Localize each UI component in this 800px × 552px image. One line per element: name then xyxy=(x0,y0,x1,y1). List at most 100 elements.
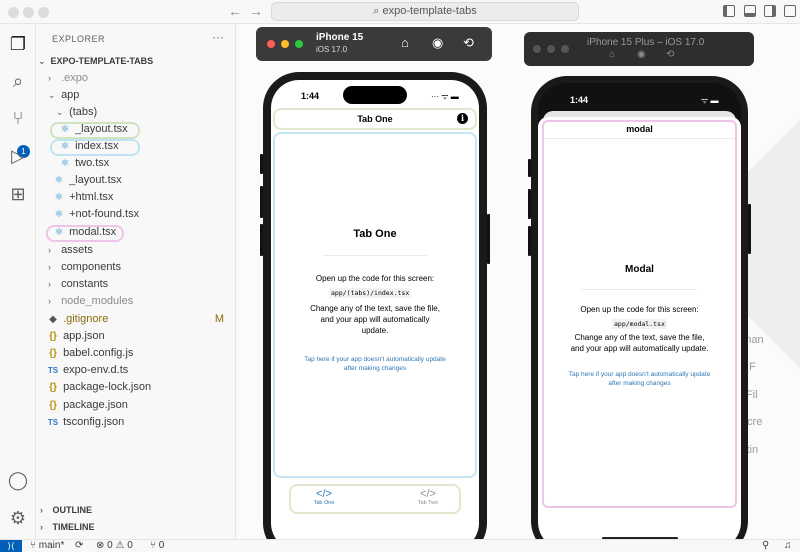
code-icon: </> xyxy=(316,488,332,500)
command-center-search[interactable]: ⌕ expo-template-tabs xyxy=(271,2,579,21)
back-arrow-icon[interactable]: ← xyxy=(228,3,242,19)
tree-file-index[interactable]: ⚛ index.tsx xyxy=(58,138,119,155)
tree-folder-constants[interactable]: › constants xyxy=(48,276,108,293)
sync-icon[interactable]: ⟳ xyxy=(75,540,83,551)
js-file-icon: {} xyxy=(49,348,57,359)
help-link[interactable]: after making changes xyxy=(275,364,475,373)
help-link[interactable]: after making changes xyxy=(544,379,735,388)
body-text: Open up the code for this screen: xyxy=(315,274,435,283)
zoom-window-button[interactable] xyxy=(38,7,49,18)
tree-file-package-lock[interactable]: {} package-lock.json xyxy=(46,379,151,396)
workspace-root[interactable]: ⌄ EXPO-TEMPLATE-TABS xyxy=(38,53,153,70)
toggle-secondary-sidebar-icon[interactable] xyxy=(764,5,776,17)
settings-gear-icon[interactable]: ⚙ xyxy=(6,506,30,530)
explorer-icon[interactable]: ❐ xyxy=(6,32,30,56)
tree-file-tsconfig[interactable]: TS tsconfig.json xyxy=(46,414,124,431)
json-file-icon: {} xyxy=(49,382,57,393)
tree-folder-assets[interactable]: › assets xyxy=(48,242,93,259)
status-icons: ᯤ ▬ xyxy=(701,96,719,105)
branch-status[interactable]: ⑂ main* xyxy=(30,540,64,551)
simulator-name: iPhone 15 Plus – iOS 17.0 xyxy=(587,37,705,48)
search-icon[interactable]: ⌕ xyxy=(6,69,30,93)
timeline-section[interactable]: › TIMELINE xyxy=(40,522,95,532)
git-file-icon: ◆ xyxy=(49,314,57,325)
json-file-icon: {} xyxy=(49,400,57,411)
separator xyxy=(323,255,427,256)
more-actions-icon[interactable]: ··· xyxy=(212,30,224,44)
tab-two-button[interactable]: </> Tab Two xyxy=(407,488,449,506)
customize-layout-icon[interactable] xyxy=(784,5,796,17)
simulator-os-version: iOS 17.0 xyxy=(316,45,348,54)
separator xyxy=(544,138,735,139)
status-time: 1:44 xyxy=(301,91,320,101)
tree-file-babel-config[interactable]: {} babel.config.js xyxy=(46,345,133,362)
close-window-button[interactable] xyxy=(8,7,19,18)
toggle-panel-icon[interactable] xyxy=(744,5,756,17)
status-icons: ··· ᯤ ▬ xyxy=(431,92,459,101)
tree-file-not-found[interactable]: ⚛ +not-found.tsx xyxy=(52,206,140,223)
close-window-button[interactable] xyxy=(533,45,541,53)
tree-folder-app[interactable]: ⌄ app xyxy=(48,87,79,104)
remote-indicator-icon[interactable]: ⟩⟨ xyxy=(0,540,22,552)
run-debug-icon[interactable]: ▷ xyxy=(6,144,30,168)
simulator-toolbar-iphone15: iPhone 15 iOS 17.0 ⌂ ◉ ⟲ xyxy=(256,27,492,61)
problems-status[interactable]: ⊗ 0 ⚠ 0 xyxy=(96,540,133,551)
tree-folder-expo[interactable]: › .expo xyxy=(48,70,88,87)
tree-file-modal[interactable]: ⚛ modal.tsx xyxy=(52,224,117,241)
extensions-icon[interactable]: ⊞ xyxy=(6,182,30,206)
search-icon: ⌕ xyxy=(373,5,380,17)
minimize-window-button[interactable] xyxy=(547,45,555,53)
nav-header: Tab One i xyxy=(273,108,477,130)
account-icon[interactable]: ◯ xyxy=(6,468,30,492)
tree-file-two[interactable]: ⚛ two.tsx xyxy=(58,155,110,172)
body-text: Open up the code for this screen: xyxy=(580,305,699,314)
tree-folder-node-modules[interactable]: › node_modules xyxy=(48,293,133,310)
outline-section[interactable]: › OUTLINE xyxy=(40,505,92,515)
notifications-bell-icon[interactable]: ♫ xyxy=(784,540,792,551)
explorer-sidebar: EXPLORER ··· ⌄ EXPO-TEMPLATE-TABS › .exp… xyxy=(36,24,236,539)
tree-file-package-json[interactable]: {} package.json xyxy=(46,397,128,414)
minimize-window-button[interactable] xyxy=(281,40,289,48)
help-link[interactable]: Tap here if your app doesn't automatical… xyxy=(275,355,475,364)
tree-file-tabs-layout[interactable]: ⚛ _layout.tsx xyxy=(58,121,128,138)
copilot-icon[interactable]: ⚲ xyxy=(762,540,769,551)
react-file-icon: ⚛ xyxy=(54,227,64,238)
info-icon[interactable]: i xyxy=(457,113,468,124)
tree-folder-components[interactable]: › components xyxy=(48,259,121,276)
close-window-button[interactable] xyxy=(267,40,275,48)
zoom-window-button[interactable] xyxy=(295,40,303,48)
simulator-toolbar-iphone15plus: iPhone 15 Plus – iOS 17.0 ⌂ ◉ ⟲ xyxy=(524,32,754,66)
tree-file-app-layout[interactable]: ⚛ _layout.tsx xyxy=(52,172,122,189)
separator xyxy=(582,289,697,290)
tree-file-gitignore[interactable]: ◆ .gitignore M xyxy=(46,311,234,328)
rotate-icon[interactable]: ⟲ xyxy=(463,35,474,51)
chevron-down-icon: ⌄ xyxy=(38,56,46,66)
body-text: Change any of the text, save the file, xyxy=(574,333,705,342)
source-control-icon[interactable]: ⑂ xyxy=(6,106,30,130)
tree-file-html[interactable]: ⚛ +html.tsx xyxy=(52,189,114,206)
tab-one-button[interactable]: </> Tab One xyxy=(303,488,345,506)
modal-sheet: modal Modal Open up the code for this sc… xyxy=(538,117,741,539)
simulator-name: iPhone 15 xyxy=(316,32,364,43)
json-file-icon: {} xyxy=(49,331,57,342)
minimize-window-button[interactable] xyxy=(23,7,34,18)
screenshot-camera-icon[interactable]: ◉ xyxy=(637,49,646,60)
tree-file-app-json[interactable]: {} app.json xyxy=(46,328,105,345)
code-path: app/modal.tsx xyxy=(612,319,667,329)
body-text: Change any of the text, save the file, xyxy=(310,304,440,313)
body-text: and your app will automatically xyxy=(320,315,430,324)
iphone15-screen: 1:44 ··· ᯤ ▬ Tab One i Tab One Open up t… xyxy=(271,80,479,539)
ports-status[interactable]: ⑂ 0 xyxy=(150,540,164,551)
code-path: app/(tabs)/index.tsx xyxy=(329,288,412,298)
home-icon[interactable]: ⌂ xyxy=(609,49,615,60)
home-icon[interactable]: ⌂ xyxy=(401,35,409,50)
screenshot-camera-icon[interactable]: ◉ xyxy=(432,35,443,51)
toggle-sidebar-icon[interactable] xyxy=(723,5,735,17)
tree-file-expo-env[interactable]: TS expo-env.d.ts xyxy=(46,362,128,379)
zoom-window-button[interactable] xyxy=(561,45,569,53)
tree-folder-tabs[interactable]: ⌄ (tabs) xyxy=(56,104,97,121)
rotate-icon[interactable]: ⟲ xyxy=(666,49,674,60)
forward-arrow-icon[interactable]: → xyxy=(249,3,263,19)
help-link[interactable]: Tap here if your app doesn't automatical… xyxy=(544,370,735,379)
editor-area: Comman Go to F nd in Fil Full Scre w Set… xyxy=(237,24,800,539)
